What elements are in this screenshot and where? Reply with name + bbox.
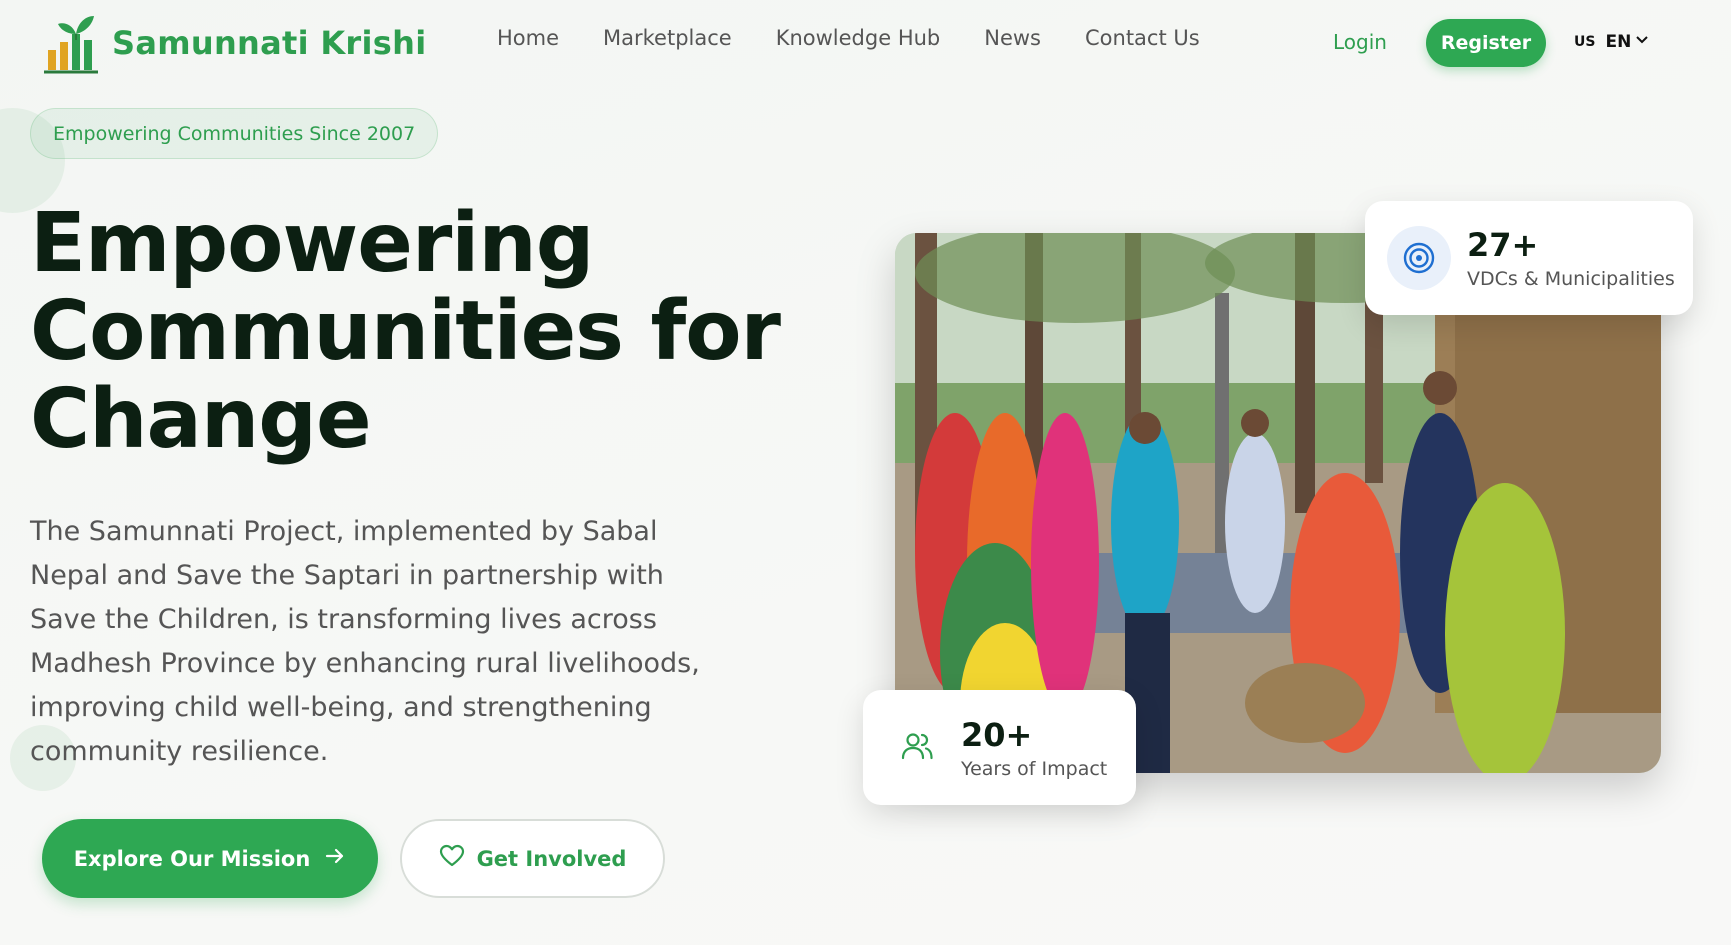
brand-logo[interactable]: Samunnati Krishi [42, 10, 426, 76]
stat-value: 20+ [961, 715, 1033, 754]
landing-page: Samunnati Krishi Home Marketplace Knowle… [0, 0, 1731, 945]
stat-card-years: 20+ Years of Impact [863, 690, 1136, 805]
hero-description: The Samunnati Project, implemented by Sa… [30, 516, 700, 767]
explore-mission-button[interactable]: Explore Our Mission [42, 819, 378, 898]
get-involved-button[interactable]: Get Involved [400, 819, 665, 898]
since-badge: Empowering Communities Since 2007 [30, 108, 439, 159]
nav-item-contact-us[interactable]: Contact Us [1085, 26, 1200, 50]
stat-value: 27+ [1467, 226, 1539, 264]
language-code: EN [1605, 32, 1632, 52]
stat-label: Years of Impact [961, 757, 1108, 780]
login-link[interactable]: Login [1333, 30, 1387, 54]
nav-item-news[interactable]: News [984, 26, 1041, 50]
users-icon [901, 731, 933, 765]
nav-item-marketplace[interactable]: Marketplace [603, 26, 732, 50]
language-selector[interactable]: US EN [1574, 32, 1649, 52]
nav-item-home[interactable]: Home [497, 26, 559, 50]
target-icon [1387, 226, 1451, 290]
main-nav: Home Marketplace Knowledge Hub News Cont… [497, 26, 1200, 50]
chevron-down-icon [1635, 32, 1649, 52]
stat-card-vdcs: 27+ VDCs & Municipalities [1365, 201, 1693, 315]
heart-icon [439, 844, 465, 873]
brand-name: Samunnati Krishi [112, 24, 427, 62]
plant-growth-chart-icon [42, 10, 100, 76]
flag-icon: US [1574, 34, 1596, 50]
arrow-right-icon [324, 845, 346, 872]
stat-label: VDCs & Municipalities [1467, 268, 1675, 290]
register-button[interactable]: Register [1426, 19, 1546, 67]
explore-mission-label: Explore Our Mission [73, 846, 311, 871]
get-involved-label: Get Involved [476, 846, 627, 871]
hero-headline: Empowering Communities for Change [30, 196, 781, 467]
nav-item-knowledge-hub[interactable]: Knowledge Hub [776, 26, 941, 50]
